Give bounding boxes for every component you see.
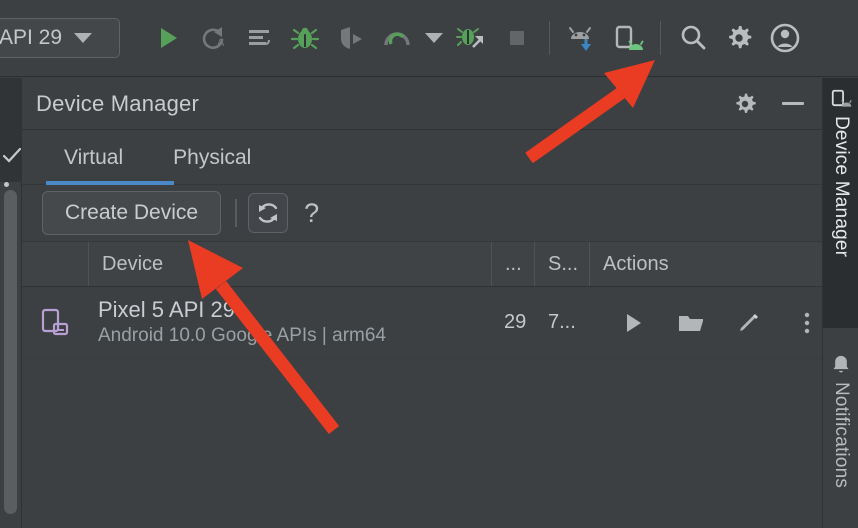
column-header-actions-label: Actions [603, 252, 669, 275]
sidebar-item-notifications-label: Notifications [831, 382, 852, 489]
pencil-icon [740, 313, 758, 331]
debug-button[interactable] [282, 15, 328, 61]
attach-debugger-button[interactable] [328, 15, 374, 61]
device-manager-panel-header: Device Manager [22, 78, 822, 130]
play-icon [161, 28, 177, 48]
device-overflow-menu-button[interactable] [792, 308, 822, 338]
column-header-device[interactable]: Device [89, 242, 491, 286]
edit-device-button[interactable] [734, 308, 764, 338]
device-type-icon-cell [22, 306, 88, 340]
checkmark-icon [3, 147, 21, 163]
coverage-icon [456, 28, 483, 48]
device-manager-action-bar: Create Device ? [22, 185, 822, 241]
sidebar-item-device-manager-label: Device Manager [831, 116, 852, 258]
column-header-size-label: S... [548, 252, 579, 275]
minimize-icon [782, 102, 804, 105]
device-manager-button[interactable] [605, 15, 651, 61]
device-manager-panel: Device Manager Virtual Physical Create D… [22, 78, 822, 528]
run-button[interactable] [144, 15, 190, 61]
search-button[interactable] [670, 15, 716, 61]
main-toolbar: API 29 A [0, 0, 858, 77]
tab-virtual-label: Virtual [64, 145, 124, 169]
api-target-selector[interactable]: API 29 [0, 18, 120, 58]
chevron-down-icon [74, 33, 93, 43]
page-title: Device Manager [36, 90, 199, 116]
right-tool-window-bar: Device Manager Notifications [822, 78, 858, 528]
android-studio-window: API 29 A Device Manager Virtual Physical… [0, 0, 858, 528]
sdk-manager-button[interactable] [559, 15, 605, 61]
apply-changes-icon: A [202, 27, 225, 50]
stop-button[interactable] [494, 15, 540, 61]
column-header-api[interactable]: ... [492, 242, 534, 286]
device-manager-tabs: Virtual Physical [22, 130, 822, 185]
help-label: ? [304, 197, 320, 228]
account-avatar-icon [770, 23, 800, 53]
virtual-device-icon [41, 308, 69, 335]
sidebar-item-device-manager[interactable]: Device Manager [823, 78, 858, 328]
device-manager-icon [615, 25, 644, 50]
tab-physical[interactable]: Physical [159, 130, 265, 185]
help-button[interactable]: ? [304, 197, 320, 228]
gear-icon [729, 26, 752, 49]
create-device-label: Create Device [65, 201, 199, 224]
device-manager-icon [831, 89, 852, 107]
active-tab-indicator [46, 181, 174, 185]
play-icon [627, 313, 641, 332]
sdk-manager-icon [569, 27, 591, 51]
panel-header-actions [728, 87, 822, 121]
profiler-icon [384, 32, 410, 46]
device-actions-cell [606, 308, 822, 338]
chevron-down-icon [425, 33, 443, 43]
toolbar-divider [549, 21, 550, 55]
more-vertical-icon [804, 312, 810, 333]
device-api-level: 29 [504, 311, 527, 333]
vertical-scrollbar-thumb[interactable] [4, 190, 17, 514]
column-header-icon[interactable] [22, 242, 88, 286]
folder-icon [679, 315, 703, 331]
open-in-explorer-button[interactable] [676, 308, 706, 338]
device-details: Android 10.0 Google APIs | arm64 [98, 324, 386, 346]
action-bar-divider [235, 199, 238, 227]
column-header-device-label: Device [102, 252, 164, 275]
launch-device-button[interactable] [618, 308, 648, 338]
api-target-label: API 29 [0, 26, 63, 49]
column-header-size[interactable]: S... [535, 242, 589, 286]
refresh-button[interactable] [248, 193, 289, 233]
settings-button[interactable] [716, 15, 762, 61]
bug-icon [290, 27, 320, 50]
device-info-cell: Pixel 5 API 29 Android 10.0 Google APIs … [88, 297, 504, 347]
attach-debugger-icon [341, 27, 362, 49]
device-name: Pixel 5 API 29 [98, 297, 235, 323]
left-tool-window-stripe[interactable] [0, 78, 22, 187]
panel-minimize-button[interactable] [776, 87, 810, 121]
apply-code-changes-button[interactable] [236, 15, 282, 61]
profile-button[interactable] [374, 15, 420, 61]
create-device-button[interactable]: Create Device [42, 191, 222, 235]
column-header-actions[interactable]: Actions [590, 242, 822, 286]
table-row[interactable]: Pixel 5 API 29 Android 10.0 Google APIs … [22, 287, 822, 359]
panel-settings-button[interactable] [728, 87, 762, 121]
tab-physical-label: Physical [173, 145, 252, 169]
left-checkmark-stripe[interactable] [0, 130, 22, 182]
account-button[interactable] [762, 15, 808, 61]
device-size-on-disk: 7... [548, 311, 576, 333]
profile-dropdown[interactable] [420, 15, 448, 61]
column-header-api-label: ... [505, 252, 522, 275]
apply-code-changes-icon [249, 30, 270, 45]
apply-changes-button[interactable]: A [190, 15, 236, 61]
stop-square-icon [510, 31, 524, 45]
tab-virtual[interactable]: Virtual [50, 130, 137, 185]
device-table-header: Device ... S... Actions [22, 241, 822, 287]
gear-icon [736, 93, 756, 113]
run-with-coverage-button[interactable] [448, 15, 494, 61]
bell-icon [833, 355, 849, 373]
toolbar-divider-2 [660, 21, 661, 55]
refresh-icon [258, 203, 278, 223]
svg-text:A: A [217, 37, 225, 49]
sidebar-item-notifications[interactable]: Notifications [823, 344, 858, 528]
search-icon [681, 25, 706, 50]
